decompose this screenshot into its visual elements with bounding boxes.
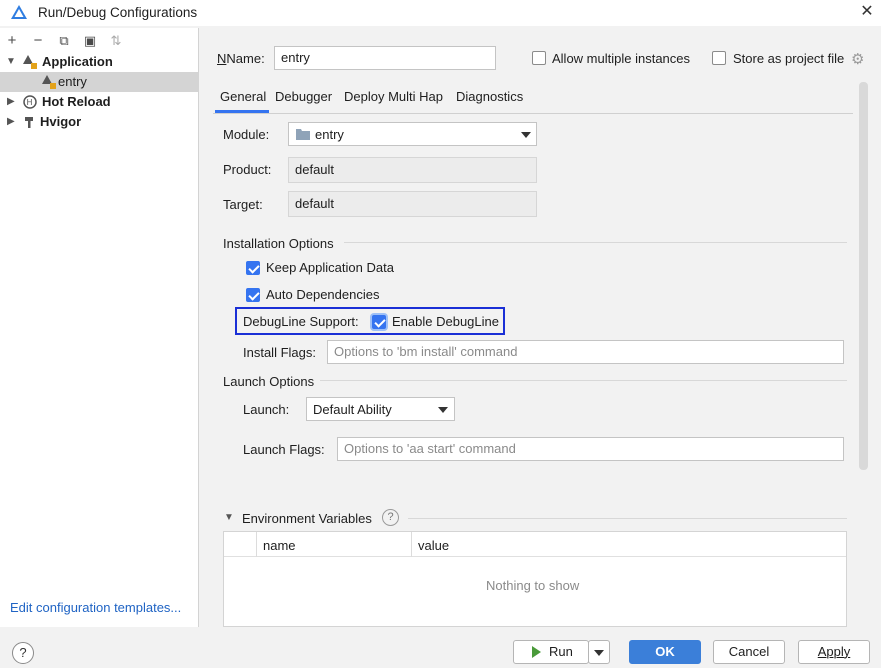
gear-icon[interactable]: ⚙ — [851, 50, 864, 68]
tree-item-label: Application — [42, 54, 113, 69]
remove-icon[interactable]: − — [29, 32, 47, 50]
install-flags-label: Install Flags: — [243, 345, 316, 360]
checkbox-label: Enable DebugLine — [392, 314, 499, 329]
launch-flags-input[interactable]: Options to 'aa start' command — [337, 437, 844, 461]
checkbox-box[interactable] — [246, 261, 260, 275]
configurations-panel: + − ⧉ ▣ ⇅ ▼ Application entry ▶ H Hot Re… — [0, 28, 199, 627]
launch-value: Default Ability — [313, 402, 392, 417]
hammer-icon — [25, 117, 33, 128]
help-button[interactable]: ? — [12, 642, 34, 664]
checkbox-label: Auto Dependencies — [266, 287, 380, 302]
app-logo-icon — [11, 5, 27, 19]
hot-reload-icon: H — [23, 95, 37, 109]
module-dropdown[interactable]: entry — [288, 122, 537, 146]
folder-icon[interactable]: ▣ — [81, 32, 99, 50]
apply-button[interactable]: Apply — [798, 640, 870, 664]
environment-variables-table[interactable]: name value Nothing to show — [223, 531, 847, 627]
tab-general[interactable]: General — [220, 89, 266, 104]
tree-item-label: entry — [58, 74, 87, 89]
tree-item-label: Hot Reload — [42, 94, 111, 109]
window-title: Run/Debug Configurations — [38, 5, 198, 20]
run-button[interactable]: Run — [513, 640, 589, 664]
tree-item-entry[interactable]: entry — [0, 72, 199, 92]
product-field: default — [288, 157, 537, 183]
apply-button-label: Apply — [817, 644, 851, 659]
scrollbar[interactable] — [859, 82, 868, 470]
section-divider — [408, 518, 847, 519]
checkbox-box[interactable] — [372, 315, 386, 329]
chevron-down-icon[interactable]: ▼ — [224, 512, 234, 523]
store-project-checkbox[interactable]: Store as project file — [712, 51, 852, 67]
empty-table-text: Nothing to show — [486, 578, 580, 593]
module-value: entry — [315, 127, 344, 142]
sort-icon[interactable]: ⇅ — [107, 32, 125, 50]
name-label: NName: — [217, 51, 265, 66]
tree-item-hvigor[interactable]: ▶ Hvigor — [0, 112, 199, 132]
tab-debugger[interactable]: Debugger — [275, 89, 332, 104]
debugline-support-label: DebugLine Support: — [243, 314, 359, 329]
keep-app-data-checkbox[interactable]: Keep Application Data — [246, 260, 406, 276]
tabs-divider — [213, 113, 853, 114]
name-field[interactable]: entry — [274, 46, 496, 70]
checkbox-box[interactable] — [246, 288, 260, 302]
checkbox-label: Allow multiple instances — [552, 51, 691, 66]
launch-flags-label: Launch Flags: — [243, 442, 325, 457]
enable-debugline-checkbox[interactable]: Enable DebugLine — [372, 314, 502, 330]
copy-icon[interactable]: ⧉ — [55, 32, 73, 50]
column-header-value[interactable]: value — [418, 538, 449, 553]
close-icon[interactable]: ✕ — [859, 4, 875, 20]
tab-deploy-multi-hap[interactable]: Deploy Multi Hap — [344, 89, 443, 104]
entry-icon — [42, 75, 56, 89]
tree-item-hot-reload[interactable]: ▶ H Hot Reload — [0, 92, 199, 112]
environment-variables-heading[interactable]: Environment Variables — [242, 511, 372, 526]
launch-dropdown[interactable]: Default Ability — [306, 397, 455, 421]
module-label: Module: — [223, 127, 270, 142]
chevron-right-icon[interactable]: ▶ — [7, 112, 15, 132]
table-header: name value — [224, 532, 846, 557]
chevron-down-icon[interactable] — [438, 407, 448, 413]
installation-options-heading: Installation Options — [223, 236, 334, 251]
application-icon — [23, 55, 37, 69]
auto-dependencies-checkbox[interactable]: Auto Dependencies — [246, 287, 386, 303]
target-field: default — [288, 191, 537, 217]
module-folder-icon — [296, 129, 310, 140]
edit-templates-link[interactable]: Edit configuration templates... — [10, 600, 181, 615]
target-label: Target: — [223, 197, 263, 212]
cancel-button[interactable]: Cancel — [713, 640, 785, 664]
checkbox-box[interactable] — [532, 51, 546, 65]
chevron-down-icon — [594, 650, 604, 656]
run-icon — [532, 646, 541, 658]
allow-multiple-checkbox[interactable]: Allow multiple instances — [532, 51, 692, 67]
active-tab-indicator — [215, 110, 269, 113]
title-bar: Run/Debug Configurations ✕ — [0, 0, 881, 26]
chevron-down-icon[interactable] — [521, 132, 531, 138]
add-icon[interactable]: + — [3, 32, 21, 50]
column-divider — [256, 532, 257, 557]
run-button-label: Run — [549, 644, 573, 659]
product-label: Product: — [223, 162, 272, 177]
checkbox-label: Keep Application Data — [266, 260, 394, 275]
launch-label: Launch: — [243, 402, 290, 417]
svg-text:H: H — [27, 98, 33, 107]
run-dropdown-button[interactable] — [588, 640, 610, 664]
column-header-name[interactable]: name — [263, 538, 296, 553]
chevron-right-icon[interactable]: ▶ — [7, 92, 15, 112]
help-icon[interactable]: ? — [382, 509, 399, 526]
checkbox-label: Store as project file — [733, 51, 845, 66]
launch-options-heading: Launch Options — [223, 374, 315, 389]
section-divider — [320, 380, 847, 381]
ok-button[interactable]: OK — [629, 640, 701, 664]
column-divider — [411, 532, 412, 557]
chevron-down-icon[interactable]: ▼ — [6, 52, 16, 72]
tree-item-application[interactable]: ▼ Application — [0, 52, 199, 72]
section-divider — [344, 242, 847, 243]
install-flags-input[interactable]: Options to 'bm install' command — [327, 340, 844, 364]
tab-diagnostics[interactable]: Diagnostics — [456, 89, 523, 104]
tree-item-label: Hvigor — [40, 114, 82, 129]
checkbox-box[interactable] — [712, 51, 726, 65]
